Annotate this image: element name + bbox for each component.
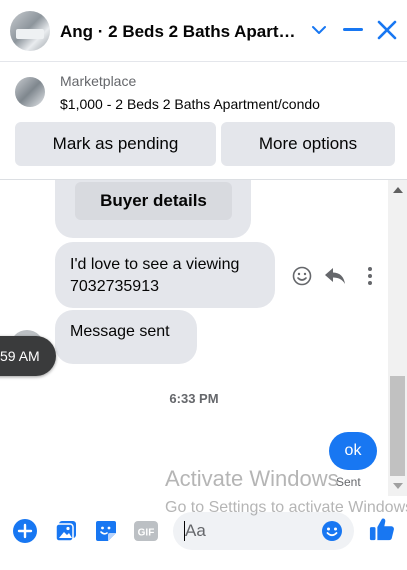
listing-source: Marketplace [60, 73, 137, 89]
more-actions-icon[interactable] [356, 262, 384, 290]
buyer-details-card: Buyer details [55, 180, 251, 238]
listing-description[interactable]: $1,000 - 2 Beds 2 Baths Apartment/condo [60, 96, 320, 112]
scroll-up-arrow[interactable] [393, 187, 403, 193]
activate-windows-watermark: Activate Windows [165, 466, 339, 491]
scroll-thumb[interactable] [390, 376, 405, 476]
emoji-icon[interactable] [319, 518, 345, 544]
more-options-button[interactable]: More options [221, 122, 395, 166]
message-text: I'd love to see a viewing [70, 256, 240, 273]
react-emoji-icon[interactable] [288, 262, 316, 290]
minimize-icon[interactable] [339, 16, 367, 44]
thread-scrollbar[interactable] [388, 180, 407, 496]
message-thread: Buyer details 59 AM I'd love to see a vi… [0, 180, 388, 496]
message-input[interactable] [185, 512, 315, 550]
sent-message-text: ok [344, 442, 362, 459]
svg-text:GIF: GIF [138, 528, 155, 539]
message-text: 7032735913 [70, 278, 159, 295]
mark-as-pending-button[interactable]: Mark as pending [15, 122, 216, 166]
plus-icon[interactable] [12, 518, 38, 544]
marketplace-listing-banner: Marketplace $1,000 - 2 Beds 2 Baths Apar… [0, 62, 407, 180]
text-caret [184, 521, 185, 541]
message-actions [288, 262, 382, 290]
sticker-icon[interactable] [93, 518, 119, 544]
listing-avatar[interactable] [10, 11, 50, 51]
thumbs-up-icon[interactable] [369, 516, 395, 542]
sent-message-bubble[interactable]: ok [329, 432, 377, 470]
chat-title[interactable]: Ang · 2 Beds 2 Baths Apartm… [60, 22, 303, 42]
listing-thumbnail[interactable] [15, 77, 45, 107]
message-bubble[interactable]: Message sent [55, 310, 197, 364]
message-text: Message sent [70, 323, 170, 340]
gif-icon[interactable]: GIF [133, 518, 159, 544]
reply-icon[interactable] [321, 262, 349, 290]
scroll-down-arrow[interactable] [393, 483, 403, 489]
activate-windows-hint: Go to Settings to activate Windows. [165, 499, 407, 516]
message-input-wrapper[interactable] [173, 512, 354, 550]
chat-header: Ang · 2 Beds 2 Baths Apartm… [0, 0, 407, 62]
time-tooltip: 59 AM [0, 336, 56, 376]
sent-status: Sent [336, 475, 361, 489]
close-icon[interactable] [373, 16, 401, 44]
chevron-down-icon[interactable] [305, 16, 333, 44]
message-bubble[interactable]: I'd love to see a viewing 7032735913 [55, 242, 275, 308]
buyer-details-button[interactable]: Buyer details [75, 182, 232, 220]
photo-icon[interactable] [53, 518, 79, 544]
message-timestamp: 6:33 PM [169, 391, 219, 406]
